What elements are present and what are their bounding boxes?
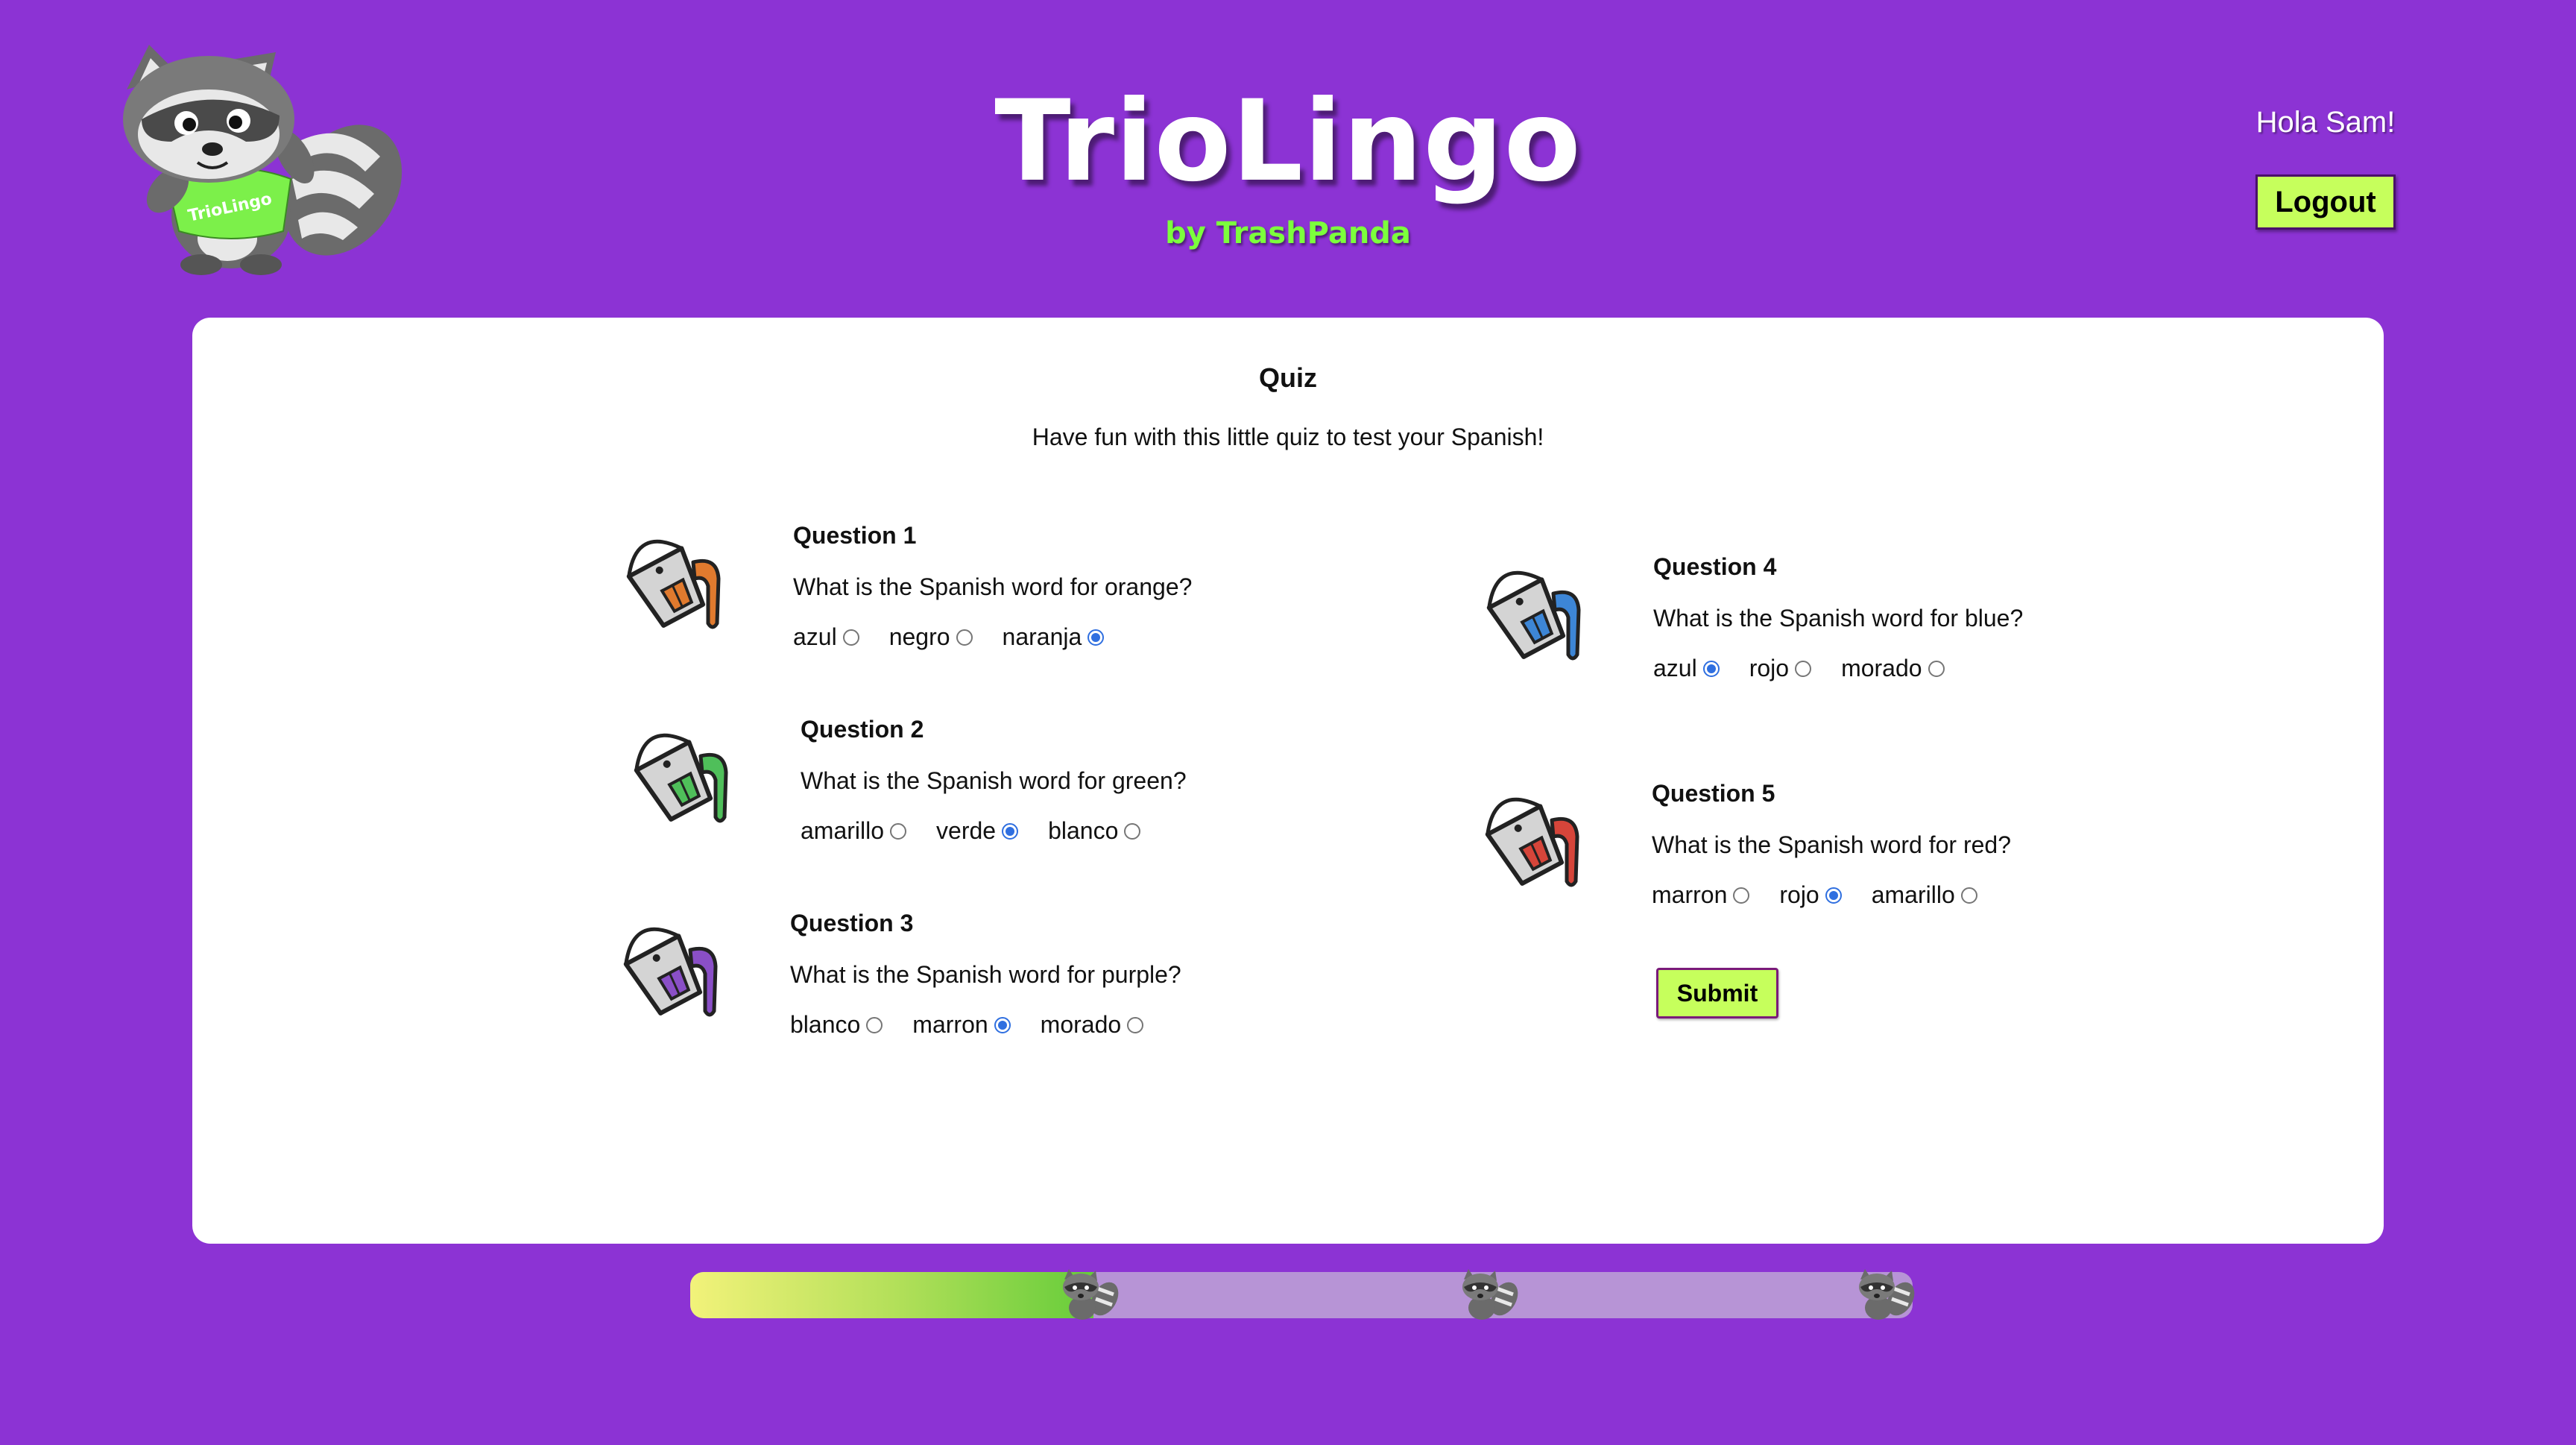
- option-label: morado: [1040, 1011, 1122, 1038]
- answer-option[interactable]: marron: [912, 1011, 1011, 1039]
- question-3: Question 3 What is the Spanish word for …: [610, 907, 1281, 1071]
- logout-button[interactable]: Logout: [2255, 174, 2396, 230]
- progress-fill: [690, 1272, 1094, 1318]
- option-label: marron: [1652, 881, 1728, 908]
- option-label: amarillo: [1871, 881, 1955, 908]
- option-label: marron: [912, 1011, 988, 1038]
- raccoon-marker-icon: [1859, 1269, 1915, 1320]
- question-prompt: What is the Spanish word for purple?: [790, 961, 1181, 988]
- question-label: Question 4: [1653, 553, 1777, 580]
- app-subtitle: by TrashPanda: [1165, 216, 1411, 251]
- answer-option[interactable]: blanco: [1048, 817, 1141, 845]
- app-title: TrioLingo: [994, 77, 1582, 207]
- brand-block: TrioLingo by TrashPanda: [0, 82, 2576, 251]
- radio-button[interactable]: [994, 1016, 1011, 1033]
- option-label: verde: [936, 817, 997, 844]
- option-label: azul: [1653, 655, 1697, 681]
- question-4: Question 4 What is the Spanish word for …: [1473, 550, 2144, 714]
- page: TrioLingo TrioLingo by TrashPanda Hola S…: [0, 0, 2576, 1445]
- question-label: Question 1: [793, 522, 917, 549]
- radio-button[interactable]: [1960, 887, 1977, 904]
- question-prompt: What is the Spanish word for green?: [801, 767, 1187, 794]
- answer-options: marron rojo amarillo: [1652, 881, 2144, 909]
- answer-option[interactable]: negro: [889, 623, 973, 651]
- answer-options: azul rojo morado: [1653, 655, 2145, 682]
- question-label: Question 2: [801, 716, 924, 743]
- answer-option[interactable]: naranja: [1003, 623, 1105, 651]
- answer-options: blanco marron morado: [790, 1011, 1282, 1039]
- answer-option[interactable]: rojo: [1779, 881, 1842, 909]
- answer-option[interactable]: verde: [936, 817, 1019, 845]
- answer-option[interactable]: amarillo: [801, 817, 907, 845]
- radio-button[interactable]: [1733, 887, 1750, 904]
- quiz-card: Quiz Have fun with this little quiz to t…: [192, 318, 2384, 1244]
- answer-option[interactable]: rojo: [1749, 655, 1812, 682]
- answer-option[interactable]: morado: [1841, 655, 1945, 682]
- answer-option[interactable]: blanco: [790, 1011, 883, 1039]
- option-label: morado: [1841, 655, 1922, 681]
- question-prompt: What is the Spanish word for red?: [1652, 831, 2012, 858]
- radio-button[interactable]: [1124, 822, 1141, 840]
- paint-bucket-icon: [1486, 570, 1581, 661]
- quiz-intro: Have fun with this little quiz to test y…: [1032, 424, 1544, 450]
- answer-option[interactable]: azul: [1653, 655, 1720, 682]
- answer-options: azul negro naranja: [793, 623, 1285, 651]
- quiz-title: Quiz: [1259, 362, 1317, 393]
- option-label: rojo: [1749, 655, 1790, 681]
- question-prompt: What is the Spanish word for orange?: [793, 573, 1193, 600]
- answer-option[interactable]: morado: [1041, 1011, 1144, 1039]
- radio-button[interactable]: [890, 822, 907, 840]
- paint-bucket-icon: [1485, 797, 1579, 887]
- radio-button[interactable]: [1825, 887, 1842, 904]
- question-label: Question 5: [1652, 780, 1775, 807]
- option-label: amarillo: [801, 817, 885, 844]
- radio-button[interactable]: [1702, 660, 1720, 677]
- answer-option[interactable]: marron: [1652, 881, 1750, 909]
- radio-button[interactable]: [956, 629, 973, 646]
- radio-button[interactable]: [1002, 822, 1019, 840]
- submit-button[interactable]: Submit: [1656, 968, 1778, 1019]
- radio-button[interactable]: [1795, 660, 1812, 677]
- radio-button[interactable]: [1928, 660, 1945, 677]
- option-label: negro: [888, 623, 950, 650]
- radio-button[interactable]: [866, 1016, 883, 1033]
- option-label: blanco: [1048, 817, 1119, 844]
- raccoon-marker-icon: [1462, 1269, 1518, 1320]
- question-prompt: What is the Spanish word for blue?: [1653, 605, 2024, 632]
- answer-option[interactable]: azul: [793, 623, 859, 651]
- progress-bar: [690, 1272, 1913, 1318]
- answer-option[interactable]: amarillo: [1872, 881, 1977, 909]
- question-5: Question 5 What is the Spanish word for …: [1471, 777, 2142, 941]
- paint-bucket-icon: [626, 539, 721, 629]
- question-1: Question 1 What is the Spanish word for …: [613, 519, 1284, 683]
- paint-bucket-icon: [623, 927, 718, 1017]
- option-label: azul: [793, 623, 837, 650]
- question-label: Question 3: [790, 910, 914, 936]
- paint-bucket-icon: [634, 733, 728, 823]
- option-label: blanco: [790, 1011, 861, 1038]
- option-label: naranja: [1002, 623, 1082, 650]
- user-greeting: Hola Sam!: [2255, 106, 2396, 139]
- option-label: rojo: [1779, 881, 1819, 908]
- radio-button[interactable]: [1087, 629, 1105, 646]
- radio-button[interactable]: [842, 629, 859, 646]
- answer-options: amarillo verde blanco: [801, 817, 1292, 845]
- raccoon-marker-icon: [1063, 1269, 1119, 1320]
- question-2: Question 2 What is the Spanish word for …: [620, 713, 1291, 877]
- radio-button[interactable]: [1127, 1016, 1144, 1033]
